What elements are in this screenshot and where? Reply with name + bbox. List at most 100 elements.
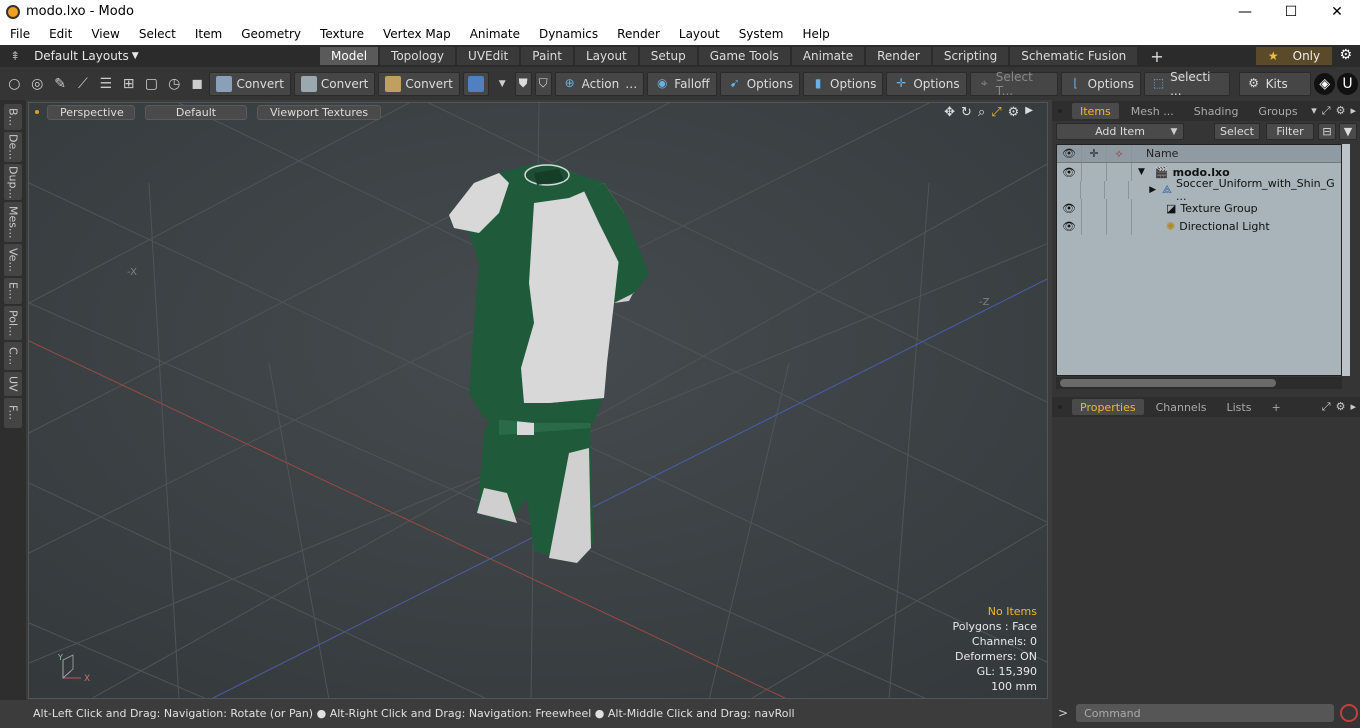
collapse-arrow-icon[interactable]: ⇞ (10, 49, 20, 63)
tab-render[interactable]: Render (866, 47, 931, 65)
tab-paint[interactable]: Paint (521, 47, 573, 65)
eye-icon[interactable]: 👁 (1057, 217, 1082, 235)
left-tab-polygon[interactable]: Pol... (4, 306, 22, 340)
3d-viewport[interactable]: Perspective Default Viewport Textures ✥ … (28, 102, 1048, 699)
item-row-soccer-uniform[interactable]: ▶ ⟁ Soccer_Uniform_with_Shin_G ... (1057, 177, 1341, 203)
unreal-icon[interactable]: U (1337, 72, 1358, 95)
lock-column-icon[interactable]: ✛ (1082, 145, 1107, 162)
menu-animate[interactable]: Animate (460, 27, 529, 41)
minimize-button[interactable]: — (1222, 0, 1268, 23)
cube-icon[interactable]: ◼ (187, 73, 208, 95)
convert-button-1[interactable]: Convert (209, 71, 291, 96)
action-button[interactable]: ⊕ Action… (554, 71, 645, 96)
tab-layout[interactable]: Layout (574, 47, 638, 65)
left-tab-mesh-edit[interactable]: Mes... (4, 202, 22, 242)
add-item-dropdown-icon[interactable]: ▼ (1164, 123, 1184, 140)
clock-icon[interactable]: ◷ (164, 73, 185, 95)
tab-topology[interactable]: Topology (380, 47, 456, 65)
tab-lists[interactable]: Lists (1219, 399, 1260, 415)
panel-menu-icon[interactable] (1058, 109, 1062, 113)
selection-button[interactable]: ⬚ Selecti ... (1143, 70, 1230, 98)
left-tab-fusion[interactable]: F... (4, 398, 22, 428)
left-tab-uv[interactable]: UV (4, 372, 22, 396)
globe-icon[interactable]: ◎ (27, 73, 48, 95)
dropdown-arrow-icon[interactable]: ▼ (492, 73, 513, 95)
funnel-icon[interactable]: ▼ (1339, 123, 1357, 140)
tab-scripting[interactable]: Scripting (932, 47, 1009, 65)
menu-item[interactable]: Item (185, 27, 231, 41)
menu-layout[interactable]: Layout (669, 27, 729, 41)
shield-button-2[interactable]: ⛉ (534, 71, 552, 96)
left-tab-vertex[interactable]: Ve... (4, 244, 22, 276)
tab-shading[interactable]: Shading (1186, 103, 1247, 119)
left-tab-duplicate[interactable]: Dup... (4, 164, 22, 200)
kits-button[interactable]: ⚙ Kits (1238, 71, 1312, 96)
cube-dropdown[interactable] (462, 71, 489, 96)
falloff-button[interactable]: ◉ Falloff (647, 71, 717, 96)
viewport-textures-dropdown[interactable]: Viewport Textures (257, 104, 382, 120)
menu-dynamics[interactable]: Dynamics (529, 27, 607, 41)
tab-groups[interactable]: Groups (1250, 103, 1305, 119)
panel-gear-icon[interactable]: ⚙ (1336, 400, 1346, 414)
menu-texture[interactable]: Texture (310, 27, 373, 41)
maximize-button[interactable]: ☐ (1268, 0, 1314, 23)
zoom-icon[interactable]: ⌕ (978, 105, 985, 120)
tab-uvedit[interactable]: UVEdit (457, 47, 520, 65)
options-button-4[interactable]: ⌊ Options (1060, 71, 1141, 96)
tab-model[interactable]: Model (320, 47, 379, 65)
tab-channels[interactable]: Channels (1148, 399, 1215, 415)
left-tab-basic[interactable]: B... (4, 104, 22, 130)
tab-dropdown-icon[interactable]: ▾ (1311, 104, 1317, 118)
layers-icon[interactable]: ☰ (95, 73, 116, 95)
collapse-all-icon[interactable]: ⊟ (1318, 123, 1336, 140)
add-panel-tab-icon[interactable]: + (1263, 399, 1288, 415)
expand-arrow-icon[interactable]: ▶ (1149, 185, 1156, 195)
visibility-column-icon[interactable]: 👁 (1057, 145, 1082, 162)
panel-arrow-icon[interactable]: ▸ (1350, 400, 1356, 414)
filter-button[interactable]: Filter (1266, 123, 1314, 140)
type-column-icon[interactable]: ⟡ (1107, 145, 1132, 162)
gear-icon[interactable]: ⚙ (1339, 47, 1352, 63)
item-list-hscroll[interactable] (1056, 377, 1342, 389)
menu-help[interactable]: Help (792, 27, 838, 41)
menu-system[interactable]: System (729, 27, 793, 41)
shading-default-dropdown[interactable]: Default (145, 104, 247, 120)
close-button[interactable]: ✕ (1314, 0, 1360, 23)
eye-icon[interactable]: 👁 (1057, 163, 1082, 181)
expand-icon[interactable]: ⤢ (1322, 104, 1331, 118)
tab-setup[interactable]: Setup (639, 47, 697, 65)
convert-button-2[interactable]: Convert (293, 71, 376, 96)
only-toggle[interactable]: ★ Only (1256, 47, 1332, 65)
menu-file[interactable]: File (0, 27, 39, 41)
select-through-button[interactable]: ⌖ Select T... (969, 70, 1058, 98)
pan-icon[interactable]: ✥ (944, 105, 955, 120)
expand-icon[interactable]: ⤢ (1322, 400, 1331, 414)
unity-icon[interactable]: ◈ (1314, 72, 1336, 95)
panel-menu-icon[interactable] (1058, 405, 1062, 409)
menu-edit[interactable]: Edit (39, 27, 81, 41)
perspective-dropdown[interactable]: Perspective (47, 104, 135, 120)
vertex-select-icon[interactable]: ○ (4, 73, 25, 95)
command-input[interactable]: Command (1076, 704, 1335, 722)
menu-geometry[interactable]: Geometry (231, 27, 310, 41)
convert-button-3[interactable]: Convert (378, 71, 460, 96)
tab-properties[interactable]: Properties (1072, 399, 1144, 415)
shield-button[interactable]: ⛊ (514, 71, 532, 96)
grid-icon[interactable]: ⊞ (118, 73, 139, 95)
viewport-menu-icon[interactable] (35, 110, 39, 114)
pen-icon[interactable]: ✎ (50, 73, 71, 95)
name-column-header[interactable]: Name (1132, 147, 1178, 160)
tab-items[interactable]: Items (1072, 103, 1119, 119)
scroll-thumb[interactable] (1060, 379, 1276, 387)
menu-select[interactable]: Select (129, 27, 185, 41)
brush-icon[interactable]: ⟋ (72, 73, 93, 95)
item-list-vscroll[interactable] (1342, 144, 1350, 376)
panel-gear-icon[interactable]: ⚙ (1336, 104, 1346, 118)
tab-animate[interactable]: Animate (791, 47, 865, 65)
viewport-settings-icon[interactable]: ⚙ (1008, 105, 1020, 120)
eye-icon[interactable]: 👁 (1057, 199, 1082, 217)
add-tab-icon[interactable]: + (1139, 47, 1174, 66)
record-macro-icon[interactable] (1340, 704, 1359, 722)
menu-view[interactable]: View (81, 27, 128, 41)
item-row-directional-light[interactable]: 👁 ✺ Directional Light (1057, 217, 1341, 235)
